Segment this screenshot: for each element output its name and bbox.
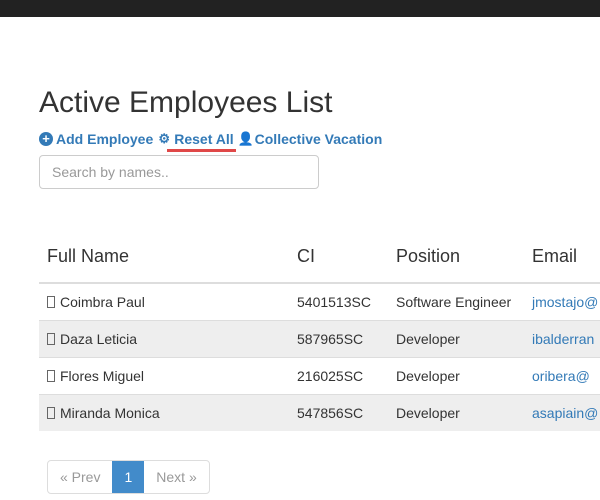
cell-name: Flores Miguel — [39, 356, 289, 394]
table-row[interactable]: Flores Miguel 216025SC Developer oribera… — [39, 356, 600, 394]
table-row[interactable]: Miranda Monica 547856SC Developer asapia… — [39, 393, 600, 431]
table-row[interactable]: Daza Leticia 587965SC Developer ibalderr… — [39, 319, 600, 357]
cell-email-link[interactable]: asapiain@ — [524, 393, 600, 431]
next-page-button[interactable]: Next » — [144, 461, 208, 493]
header-position: Position — [388, 230, 524, 284]
unknown-glyph-icon — [47, 406, 55, 419]
cell-position: Developer — [388, 393, 524, 431]
collective-vacation-link[interactable]: 👤 Collective Vacation — [238, 131, 383, 147]
search-input[interactable] — [39, 155, 319, 189]
cell-position: Software Engineer — [388, 282, 524, 320]
unknown-glyph-icon — [47, 332, 55, 345]
cell-email-link[interactable]: oribera@ — [524, 356, 600, 394]
gear-icon: ⚙ — [158, 131, 171, 146]
user-icon: 👤 — [237, 131, 254, 146]
page-1-button[interactable]: 1 — [112, 461, 145, 493]
header-full-name: Full Name — [39, 230, 289, 284]
unknown-glyph-icon — [47, 295, 55, 308]
plus-circle-icon: + — [39, 132, 53, 146]
cell-ci: 5401513SC — [289, 282, 388, 320]
cell-ci: 547856SC — [289, 393, 388, 431]
header-email: Email — [524, 230, 600, 284]
cell-ci: 216025SC — [289, 356, 388, 394]
reset-all-link[interactable]: ⚙ Reset All — [157, 131, 237, 152]
top-navbar — [0, 0, 600, 17]
action-links: + Add Employee ⚙ Reset All 👤 Collective Vac… — [39, 131, 383, 152]
prev-page-button[interactable]: « Prev — [48, 461, 112, 493]
add-employee-link[interactable]: + Add Employee — [39, 131, 153, 147]
table-row[interactable]: Coimbra Paul 5401513SC Software Engineer… — [39, 282, 600, 320]
cell-position: Developer — [388, 319, 524, 357]
header-ci: CI — [289, 230, 388, 284]
cell-position: Developer — [388, 356, 524, 394]
pagination: « Prev 1 Next » — [47, 460, 210, 494]
cell-name: Coimbra Paul — [39, 282, 289, 320]
cell-name: Miranda Monica — [39, 393, 289, 431]
cell-ci: 587965SC — [289, 319, 388, 357]
employees-table: Full Name CI Position Email Coimbra Paul… — [39, 230, 600, 431]
cell-email-link[interactable]: jmostajo@ — [524, 282, 600, 320]
cell-name: Daza Leticia — [39, 319, 289, 357]
cell-email-link[interactable]: ibalderran — [524, 319, 600, 357]
page-title: Active Employees List — [39, 86, 333, 119]
unknown-glyph-icon — [47, 369, 55, 382]
